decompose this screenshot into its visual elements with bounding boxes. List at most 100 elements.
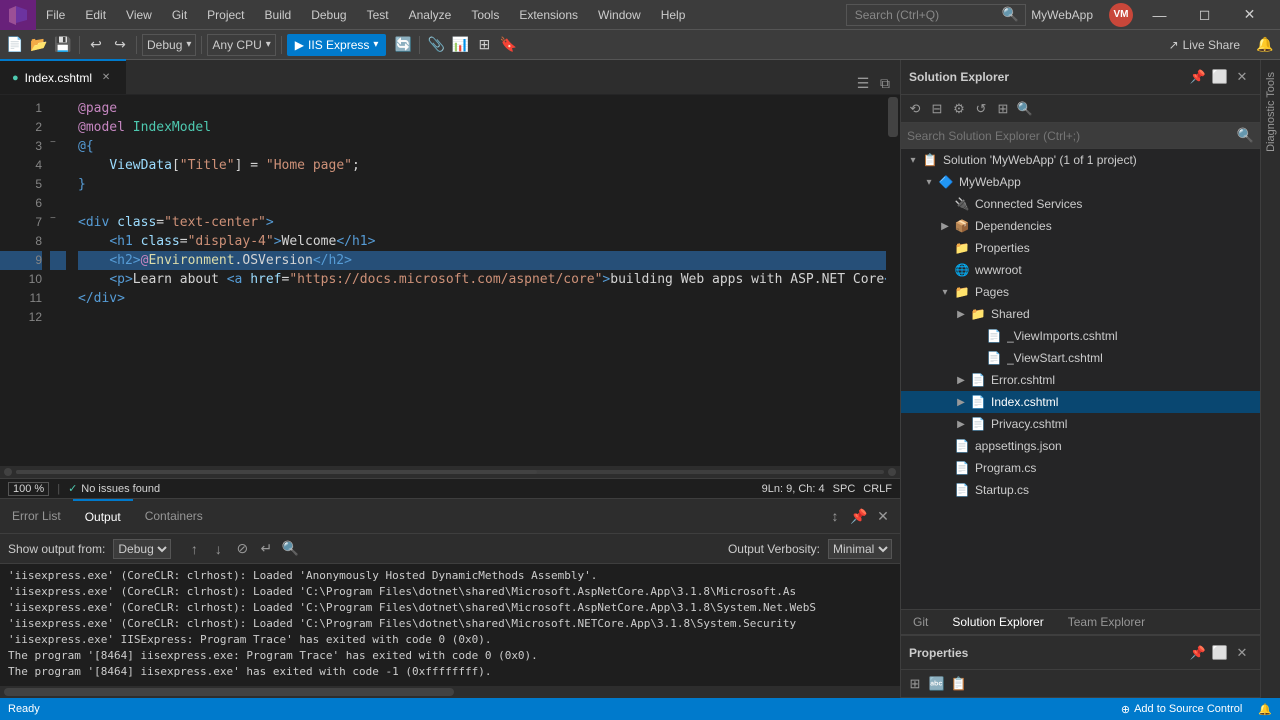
tree-solution[interactable]: ▾ 📋 Solution 'MyWebApp' (1 of 1 project) <box>901 149 1260 171</box>
platform-dropdown[interactable]: Any CPU ▾ <box>207 34 275 56</box>
se-view-toggle-btn[interactable]: ⊞ <box>993 99 1013 119</box>
tree-pages[interactable]: ▾ 📁 Pages <box>901 281 1260 303</box>
zoom-level[interactable]: 100 % <box>8 482 49 496</box>
tree-dependencies[interactable]: ▶ 📦 Dependencies <box>901 215 1260 237</box>
undo-button[interactable]: ↩ <box>85 34 107 56</box>
panel-pin-btn[interactable]: 📌 <box>848 505 870 527</box>
se-sync-btn[interactable]: ⟲ <box>905 99 925 119</box>
menu-edit[interactable]: Edit <box>75 0 116 29</box>
prop-categorize-btn[interactable]: ⊞ <box>905 674 925 694</box>
panel-tab-error-list[interactable]: Error List <box>0 499 73 534</box>
tree-startup-cs[interactable]: ▾ 📄 Startup.cs <box>901 479 1260 501</box>
diagnostic-tools-bar: Diagnostic Tools <box>1260 60 1280 698</box>
encoding-info: SPC <box>833 483 856 495</box>
new-button[interactable]: 📄 <box>4 34 26 56</box>
se-collapse-btn[interactable]: ⊟ <box>927 99 947 119</box>
se-search-input[interactable] <box>907 129 1237 143</box>
menu-debug[interactable]: Debug <box>301 0 356 29</box>
menu-project[interactable]: Project <box>197 0 254 29</box>
tree-viewstart[interactable]: ▾ 📄 _ViewStart.cshtml <box>901 347 1260 369</box>
notifications-button[interactable]: 🔔 <box>1254 34 1276 56</box>
output-hscrollbar[interactable] <box>0 686 900 698</box>
clear-btn[interactable]: ⊘ <box>231 538 253 560</box>
attach-button[interactable]: 📎 <box>425 34 447 56</box>
tree-properties[interactable]: ▾ 📁 Properties <box>901 237 1260 259</box>
redo-button[interactable]: ↪ <box>109 34 131 56</box>
panel-tab-output[interactable]: Output <box>73 499 133 534</box>
tree-wwwroot[interactable]: ▾ 🌐 wwwroot <box>901 259 1260 281</box>
tree-privacy-cshtml[interactable]: ▶ 📄 Privacy.cshtml <box>901 413 1260 435</box>
menu-build[interactable]: Build <box>255 0 302 29</box>
prop-alpha-btn[interactable]: 🔤 <box>927 674 947 694</box>
minimize-button[interactable]: — <box>1137 0 1182 30</box>
save-all-button[interactable]: 💾 <box>52 34 74 56</box>
verbosity-select[interactable]: Minimal <box>828 539 892 559</box>
tree-error-cshtml[interactable]: ▶ 📄 Error.cshtml <box>901 369 1260 391</box>
prop-pin-btn[interactable]: 📌 <box>1188 643 1208 663</box>
status-ready[interactable]: Ready <box>0 698 48 720</box>
prop-maximize-btn[interactable]: ⬜ <box>1210 643 1230 663</box>
se-properties-btn[interactable]: ⚙ <box>949 99 969 119</box>
se-close-btn[interactable]: ✕ <box>1232 67 1252 87</box>
scroll-up-btn[interactable]: ↑ <box>183 538 205 560</box>
menu-help[interactable]: Help <box>651 0 696 29</box>
profiler-button[interactable]: 📊 <box>449 34 471 56</box>
split-editor-btn[interactable]: ⧉ <box>874 72 896 94</box>
tree-appsettings[interactable]: ▾ 📄 appsettings.json <box>901 435 1260 457</box>
close-button[interactable]: ✕ <box>1227 0 1272 30</box>
menu-view[interactable]: View <box>116 0 162 29</box>
se-filter-btn[interactable]: 🔍 <box>1015 99 1035 119</box>
filter-btn[interactable]: 🔍 <box>279 538 301 560</box>
code-content[interactable]: @page @model IndexModel @{ ViewData["Tit… <box>66 95 886 466</box>
prop-pages-btn[interactable]: 📋 <box>949 674 969 694</box>
open-button[interactable]: 📂 <box>28 34 50 56</box>
refresh-button[interactable]: 🔄 <box>392 34 414 56</box>
se-refresh-btn[interactable]: ↺ <box>971 99 991 119</box>
tree-connected-services[interactable]: ▾ 🔌 Connected Services <box>901 193 1260 215</box>
global-search-input[interactable] <box>846 4 1026 26</box>
panel-close-btn[interactable]: ✕ <box>872 505 894 527</box>
wrap-btn[interactable]: ↵ <box>255 538 277 560</box>
se-maximize-btn[interactable]: ⬜ <box>1210 67 1230 87</box>
source-control-button[interactable]: ⊕ Add to Source Control <box>1113 698 1250 720</box>
tab-action-btn[interactable]: ☰ <box>852 72 874 94</box>
menu-analyze[interactable]: Analyze <box>399 0 462 29</box>
editor-hscrollbar[interactable] <box>0 466 900 478</box>
menu-window[interactable]: Window <box>588 0 651 29</box>
restore-button[interactable]: ◻ <box>1182 0 1227 30</box>
tree-index-cshtml[interactable]: ▶ 📄 Index.cshtml <box>901 391 1260 413</box>
se-pin-btn[interactable]: 📌 <box>1188 67 1208 87</box>
menu-extensions[interactable]: Extensions <box>509 0 588 29</box>
tab-solution-explorer[interactable]: Solution Explorer <box>940 609 1055 635</box>
menu-file[interactable]: File <box>36 0 75 29</box>
menu-git[interactable]: Git <box>162 0 197 29</box>
output-source-select[interactable]: Debug <box>113 539 171 559</box>
user-avatar[interactable]: VM <box>1109 3 1133 27</box>
layout-button[interactable]: ⊞ <box>473 34 495 56</box>
prop-close-btn[interactable]: ✕ <box>1232 643 1252 663</box>
scroll-down-btn[interactable]: ↓ <box>207 538 229 560</box>
menu-test[interactable]: Test <box>357 0 399 29</box>
build-config-dropdown[interactable]: Debug ▾ <box>142 34 196 56</box>
notifications-status[interactable]: 🔔 <box>1250 698 1280 720</box>
tab-index-cshtml[interactable]: ● Index.cshtml ✕ <box>0 59 126 94</box>
tab-git[interactable]: Git <box>901 609 940 635</box>
tree-project[interactable]: ▾ 🔷 MyWebApp <box>901 171 1260 193</box>
se-search: 🔍 <box>901 123 1260 149</box>
live-share-icon: ↗ <box>1169 38 1179 52</box>
panel-tab-containers[interactable]: Containers <box>133 499 215 534</box>
tree-program-cs[interactable]: ▾ 📄 Program.cs <box>901 457 1260 479</box>
panel-wrap-btn[interactable]: ↕ <box>824 505 846 527</box>
tab-team-explorer[interactable]: Team Explorer <box>1056 609 1157 635</box>
run-button[interactable]: ▶ IIS Express ▾ <box>287 34 387 56</box>
live-share-button[interactable]: ↗ Live Share <box>1161 34 1248 56</box>
tab-close-button[interactable]: ✕ <box>98 70 114 86</box>
file-icon: 📄 <box>969 415 987 433</box>
menu-tools[interactable]: Tools <box>461 0 509 29</box>
line-num-9: 9 <box>0 251 42 270</box>
tree-shared[interactable]: ▶ 📁 Shared <box>901 303 1260 325</box>
tree-viewimports[interactable]: ▾ 📄 _ViewImports.cshtml <box>901 325 1260 347</box>
code-line-2: @model IndexModel <box>78 118 886 137</box>
bookmark-button[interactable]: 🔖 <box>497 34 519 56</box>
platform-label: Any CPU <box>212 38 261 52</box>
